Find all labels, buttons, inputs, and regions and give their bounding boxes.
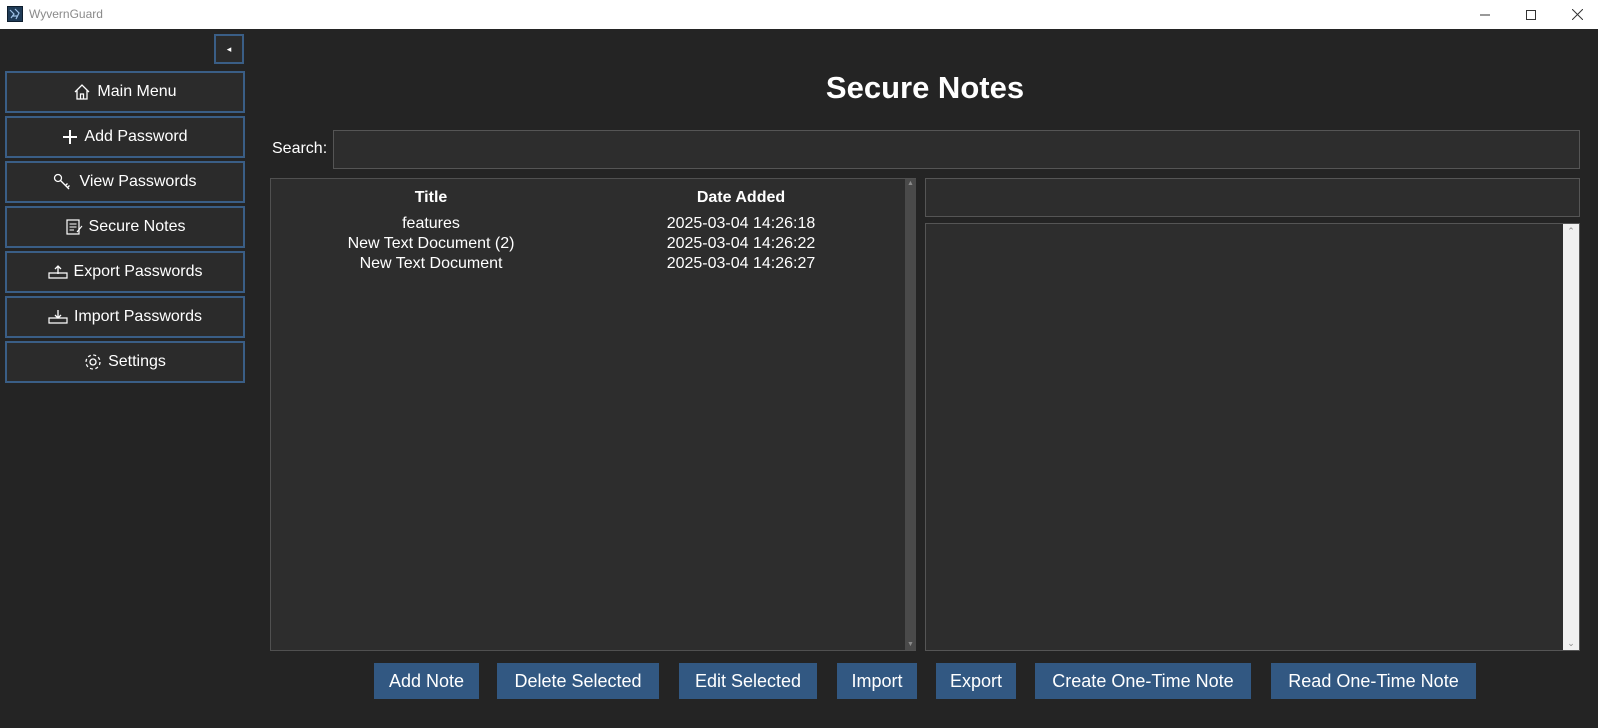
notes-scrollbar[interactable]: ▲ ▼: [905, 179, 916, 650]
sidebar-item-main-menu[interactable]: Main Menu: [5, 71, 245, 113]
note-date-cell: 2025-03-04 14:26:27: [666, 255, 816, 272]
note-body-scrollbar[interactable]: ⌃ ⌄: [1563, 224, 1579, 650]
maximize-button[interactable]: [1508, 0, 1554, 29]
scroll-down-icon[interactable]: ⌄: [1563, 636, 1579, 650]
add-note-button[interactable]: Add Note: [374, 663, 479, 699]
export-button[interactable]: Export: [936, 663, 1016, 699]
note-icon: [65, 219, 82, 235]
sidebar-item-add-password[interactable]: Add Password: [5, 116, 245, 158]
export-icon: [47, 265, 68, 279]
search-label: Search:: [272, 140, 328, 157]
close-button[interactable]: [1554, 0, 1598, 29]
sidebar-item-label: Export Passwords: [73, 263, 203, 280]
maximize-icon: [1526, 9, 1536, 20]
sidebar-item-label: View Passwords: [79, 173, 197, 190]
scroll-up-icon[interactable]: ▲: [905, 179, 916, 189]
notes-table: Title Date Added features 2025-03-04 14:…: [270, 178, 916, 651]
note-title-field[interactable]: [925, 178, 1580, 217]
close-icon: [1571, 9, 1583, 20]
table-row[interactable]: New Text Document 2025-03-04 14:26:27: [271, 255, 901, 275]
home-icon: [74, 84, 90, 100]
note-date-cell: 2025-03-04 14:26:22: [666, 235, 816, 252]
title-bar: WyvernGuard: [0, 0, 1598, 29]
gear-icon: [85, 354, 101, 370]
create-one-time-note-button[interactable]: Create One-Time Note: [1035, 663, 1251, 699]
import-icon: [48, 310, 68, 324]
collapse-arrow-icon: ◂: [226, 43, 232, 54]
note-title-cell: features: [402, 215, 460, 232]
minimize-button[interactable]: [1462, 0, 1508, 29]
sidebar-collapse-button[interactable]: ◂: [214, 34, 244, 64]
sidebar-item-export-passwords[interactable]: Export Passwords: [5, 251, 245, 293]
table-row[interactable]: features 2025-03-04 14:26:18: [271, 215, 901, 235]
key-icon: [54, 173, 71, 190]
minimize-icon: [1480, 14, 1490, 15]
note-title-cell: New Text Document: [359, 255, 503, 272]
import-button[interactable]: Import: [837, 663, 917, 699]
table-row[interactable]: New Text Document (2) 2025-03-04 14:26:2…: [271, 235, 901, 255]
note-title-cell: New Text Document (2): [347, 235, 515, 252]
window-title: WyvernGuard: [29, 7, 103, 21]
note-body-textarea[interactable]: ⌃ ⌄: [925, 223, 1580, 651]
plus-icon: [63, 130, 78, 144]
sidebar-item-settings[interactable]: Settings: [5, 341, 245, 383]
sidebar-item-import-passwords[interactable]: Import Passwords: [5, 296, 245, 338]
sidebar-item-view-passwords[interactable]: View Passwords: [5, 161, 245, 203]
note-date-cell: 2025-03-04 14:26:18: [666, 215, 816, 232]
sidebar-item-secure-notes[interactable]: Secure Notes: [5, 206, 245, 248]
column-header-title[interactable]: Title: [271, 189, 591, 207]
sidebar-item-label: Add Password: [84, 128, 188, 145]
sidebar-item-label: Settings: [108, 353, 166, 370]
read-one-time-note-button[interactable]: Read One-Time Note: [1271, 663, 1476, 699]
sidebar-item-label: Secure Notes: [88, 218, 186, 235]
page-title: Secure Notes: [825, 70, 1025, 105]
delete-selected-button[interactable]: Delete Selected: [497, 663, 659, 699]
sidebar-item-label: Main Menu: [97, 83, 177, 100]
sidebar-item-label: Import Passwords: [73, 308, 203, 325]
app-logo-icon: [7, 6, 23, 22]
edit-selected-button[interactable]: Edit Selected: [679, 663, 817, 699]
column-header-date-added[interactable]: Date Added: [591, 189, 891, 207]
scroll-down-icon[interactable]: ▼: [905, 640, 916, 650]
scroll-up-icon[interactable]: ⌃: [1563, 224, 1579, 238]
search-input[interactable]: [333, 130, 1580, 169]
